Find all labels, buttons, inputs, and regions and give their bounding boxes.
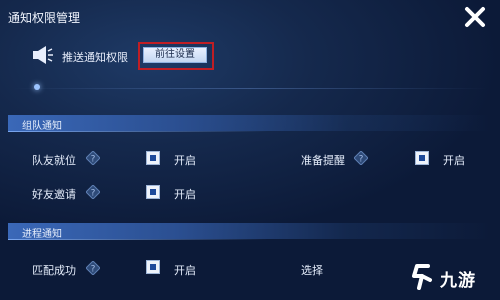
push-permission-label: 推送通知权限: [62, 51, 128, 64]
goto-settings-button[interactable]: 前往设置: [143, 47, 207, 63]
svg-text:?: ?: [359, 155, 364, 165]
state-label: 开启: [174, 264, 196, 277]
section-header-team: 组队通知: [8, 115, 492, 132]
item-label-match-success: 匹配成功: [32, 264, 76, 277]
state-label: 开启: [174, 188, 196, 201]
highlight-box: 前往设置: [138, 42, 214, 70]
item-label-select: 选择: [301, 264, 323, 277]
watermark-text: 九游: [440, 271, 476, 291]
item-label-ready-reminder: 准备提醒: [301, 154, 345, 167]
section-title: 组队通知: [22, 121, 62, 132]
divider-glow-dot: [34, 84, 40, 90]
checkbox-ready-reminder[interactable]: [415, 151, 429, 165]
svg-text:?: ?: [91, 189, 96, 199]
help-icon[interactable]: ?: [354, 151, 368, 165]
item-label-friend-invite: 好友邀请: [32, 188, 76, 201]
state-label: 开启: [174, 154, 196, 167]
watermark-logo: 九游: [408, 262, 480, 292]
checkbox-match-success[interactable]: [146, 260, 160, 274]
close-button[interactable]: [464, 6, 486, 28]
checkbox-friend-invite[interactable]: [146, 185, 160, 199]
help-icon[interactable]: ?: [86, 185, 100, 199]
speaker-icon: [33, 46, 53, 64]
help-icon[interactable]: ?: [86, 151, 100, 165]
panel-header: 通知权限管理: [0, 0, 500, 36]
state-label: 开启: [443, 154, 465, 167]
help-icon[interactable]: ?: [86, 261, 100, 275]
svg-text:?: ?: [91, 155, 96, 165]
section-header-process: 进程通知: [8, 223, 492, 240]
svg-text:?: ?: [91, 265, 96, 275]
notification-permission-panel: 通知权限管理 推送通知权限 前往设置 组队通知 队友就位 ? 开启 准备提醒 ?…: [0, 0, 500, 300]
checkbox-teammate-ready[interactable]: [146, 151, 160, 165]
close-icon: [465, 7, 485, 27]
section-title: 进程通知: [22, 229, 62, 240]
divider: [12, 88, 488, 89]
item-label-teammate-ready: 队友就位: [32, 154, 76, 167]
panel-title: 通知权限管理: [8, 11, 81, 25]
push-permission-row: 推送通知权限 前往设置: [32, 42, 332, 70]
brand-logo-icon: [412, 264, 432, 290]
